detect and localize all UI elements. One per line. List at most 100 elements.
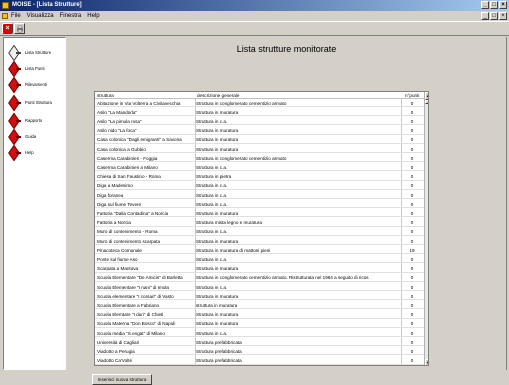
table-row[interactable]: Scuola Elementare "I nani" di Imola Strut… <box>95 284 428 291</box>
cell-struttura: Scuola Materna "Don Bosco" di Napoli <box>97 321 176 327</box>
cell-npunti: 0 <box>410 128 414 134</box>
cell-npunti: 0 <box>410 238 414 244</box>
cell-descrizione: Struttura in c.a. <box>196 256 228 262</box>
cell-npunti: 0 <box>410 164 414 170</box>
table-row[interactable]: Asilo nido "La foca" Struttura in muratur… <box>95 128 428 135</box>
scroll-down-icon[interactable]: ▼ <box>425 359 428 365</box>
insert-structure-button[interactable]: Inserisci nuova struttura <box>92 374 152 385</box>
exit-icon[interactable]: × <box>2 23 13 34</box>
cell-npunti: 0 <box>410 275 414 281</box>
table-row[interactable]: Chiesa di San Faustino - Roma Struttura i… <box>95 174 428 181</box>
cell-struttura: Chiesa di San Faustino - Roma <box>97 174 161 180</box>
table-row[interactable]: Viadotto a Perugia Struttura prefabbricat… <box>95 348 428 356</box>
scroll-up-icon[interactable]: ▲ <box>425 92 428 100</box>
sidebar-item-punti-struttura[interactable]: Punti Struttura <box>4 96 66 108</box>
scroll-thumb[interactable] <box>425 100 428 104</box>
table-row[interactable]: Scarpata a Mantova Struttura in muratura 0 <box>95 266 428 273</box>
header-descrizione[interactable]: descrizione generale <box>197 93 239 98</box>
cell-npunti: 19 <box>409 247 415 253</box>
cell-struttura: Scarpata a Mantova <box>97 266 139 272</box>
table-row[interactable]: Scuola media "S.engat" di Milano Struttur… <box>95 330 428 337</box>
cell-descrizione: Struttura in muratura <box>196 293 239 299</box>
table-row[interactable]: Pinacoteca Comunale Struttura in muratura… <box>95 247 428 255</box>
cell-npunti: 0 <box>410 358 414 364</box>
menu-visualizza[interactable]: Visualizza <box>27 11 54 21</box>
app-window: MOISE - [Lista Strutture] _ □ × File Vis… <box>0 0 509 385</box>
minimize-button[interactable]: _ <box>481 1 489 9</box>
sidebar-item-lista-strutture[interactable]: Lista Strutture <box>4 46 66 58</box>
toolbar: × <box>0 21 509 36</box>
red-arrow-icon <box>8 147 22 157</box>
table-row[interactable]: Asilo "La pimula rosa" Struttura in c.a. 0 <box>95 118 428 126</box>
cell-npunti: 0 <box>410 330 414 336</box>
table-row[interactable]: Viadotto Ca'Volté Struttura prefabbricata… <box>95 358 428 365</box>
table-row[interactable]: Asilo "La Mandorla" Struttura in muratura… <box>95 109 428 117</box>
table-row[interactable]: Università di Cagliari Struttura prefabbr… <box>95 339 428 347</box>
table-row[interactable]: Casa colonica "Dagli emigranti" a Savona… <box>95 137 428 144</box>
sidebar-item-label: Rilevamenti <box>25 81 47 87</box>
close-window-button[interactable]: × <box>499 1 507 9</box>
cell-npunti: 0 <box>410 302 414 308</box>
menu-file[interactable]: File <box>11 11 21 21</box>
table-row[interactable]: Scuola Elementare "De Amicis" di Barlett… <box>95 275 428 282</box>
cell-descrizione: Struttura in c.a. <box>196 192 228 198</box>
sidebar-item-lista-punti[interactable]: Lista Punti <box>4 62 66 74</box>
table-row[interactable]: Muro di contenimento - Roma Struttura in … <box>95 229 428 236</box>
cell-npunti: 0 <box>410 266 414 272</box>
table-row[interactable]: Ponte sul fiume Aso Struttura in c.a. 0 <box>95 256 428 264</box>
table-row[interactable]: Caserma Carabinieri - Foggia Struttura in… <box>95 155 428 163</box>
print-icon[interactable] <box>14 23 25 34</box>
mdi-restore-button[interactable]: □ <box>490 12 498 20</box>
mdi-minimize-button[interactable]: _ <box>481 12 489 20</box>
sidebar-item-rilevamenti[interactable]: Rilevamenti <box>4 78 66 90</box>
table-row[interactable]: Diga foranea Struttura in c.a. 0 <box>95 192 428 199</box>
cell-descrizione: struttura in muratura <box>196 302 238 308</box>
table-row[interactable]: Scuola Materna "Don Bosco" di Napoli Stru… <box>95 321 428 328</box>
cell-struttura: Muro di contenimento - Roma <box>97 229 158 235</box>
cell-descrizione: Struttura in c.a. <box>196 201 228 207</box>
cell-descrizione: Struttura in conglomerato cementizio arm… <box>196 275 369 281</box>
menu-help[interactable]: Help <box>87 11 99 21</box>
cell-npunti: 0 <box>410 210 414 216</box>
cell-struttura: Asilo "La Mandorla" <box>97 109 138 115</box>
document-icon[interactable] <box>2 13 8 19</box>
table-row[interactable]: Fattoria "Dalla Contadina" a Norcia Strut… <box>95 210 428 218</box>
sidebar-item-help[interactable]: Help <box>4 146 66 158</box>
table-row[interactable]: Caserma Carabinieri a Milano Struttura in… <box>95 164 428 172</box>
vertical-scrollbar[interactable]: ▲ ▼ <box>424 92 428 365</box>
table-row[interactable]: Casa colonica a Gubbio Struttura in murat… <box>95 146 428 153</box>
window-title: MOISE - [Lista Strutture] <box>12 2 82 8</box>
mdi-close-button[interactable]: × <box>499 12 507 20</box>
cell-descrizione: Struttura in muratura di mattoni pieni <box>196 247 271 253</box>
table-row[interactable]: Fattoria a Norcia Struttura mista legno e… <box>95 220 428 227</box>
cell-descrizione: Struttura in pietra <box>196 174 232 180</box>
header-struttura[interactable]: struttura <box>97 93 114 98</box>
cell-struttura: Fattoria a Norcia <box>97 220 131 226</box>
cell-descrizione: Struttura in muratura <box>196 146 239 152</box>
page-title: Lista strutture monitorate <box>236 44 337 54</box>
table-row[interactable]: Scuola Elementare a Fabriano struttura in… <box>95 302 428 310</box>
cell-struttura: Caserma Carabinieri a Milano <box>97 164 158 170</box>
menu-finestra[interactable]: Finestra <box>60 11 82 21</box>
sidebar-item-rapporto[interactable]: Rapporto <box>4 114 66 126</box>
maximize-button[interactable]: □ <box>490 1 498 9</box>
table-row[interactable]: Muro di contenimento scarpata Struttura i… <box>95 238 428 245</box>
table-row[interactable]: Scuola Elemtare "I duri" di Chieti Strutt… <box>95 312 428 319</box>
cell-descrizione: Struttura in muratura <box>196 321 239 327</box>
sidebar-item-label: Punti Struttura <box>25 99 52 105</box>
cell-descrizione: Struttura in muratura <box>196 238 239 244</box>
cell-npunti: 0 <box>410 229 414 235</box>
table-row[interactable]: Diga sul fiume Tevere Struttura in c.a. 0 <box>95 201 428 209</box>
cell-descrizione: Struttura in conglomerato cementizio arm… <box>196 100 287 106</box>
table-row[interactable]: Scuola elementare "I corsari" di Vasto St… <box>95 293 428 301</box>
table-row[interactable]: Abitazione in Via Volterra a Civitavecch… <box>95 100 428 107</box>
cell-descrizione: Struttura in c.a. <box>196 330 228 336</box>
cell-descrizione: Struttura in conglomerato cementizio arm… <box>196 155 287 161</box>
header-npunti[interactable]: n°punti <box>405 93 419 98</box>
cell-descrizione: Struttura in muratura <box>196 312 239 318</box>
table-row[interactable]: Diga a Madesimo Struttura in c.a. 0 <box>95 183 428 190</box>
cell-struttura: Scuola Elementare a Fabriano <box>97 302 160 308</box>
cell-npunti: 0 <box>410 100 414 106</box>
sidebar-item-guida[interactable]: Guida <box>4 130 66 142</box>
app-icon <box>2 2 9 9</box>
